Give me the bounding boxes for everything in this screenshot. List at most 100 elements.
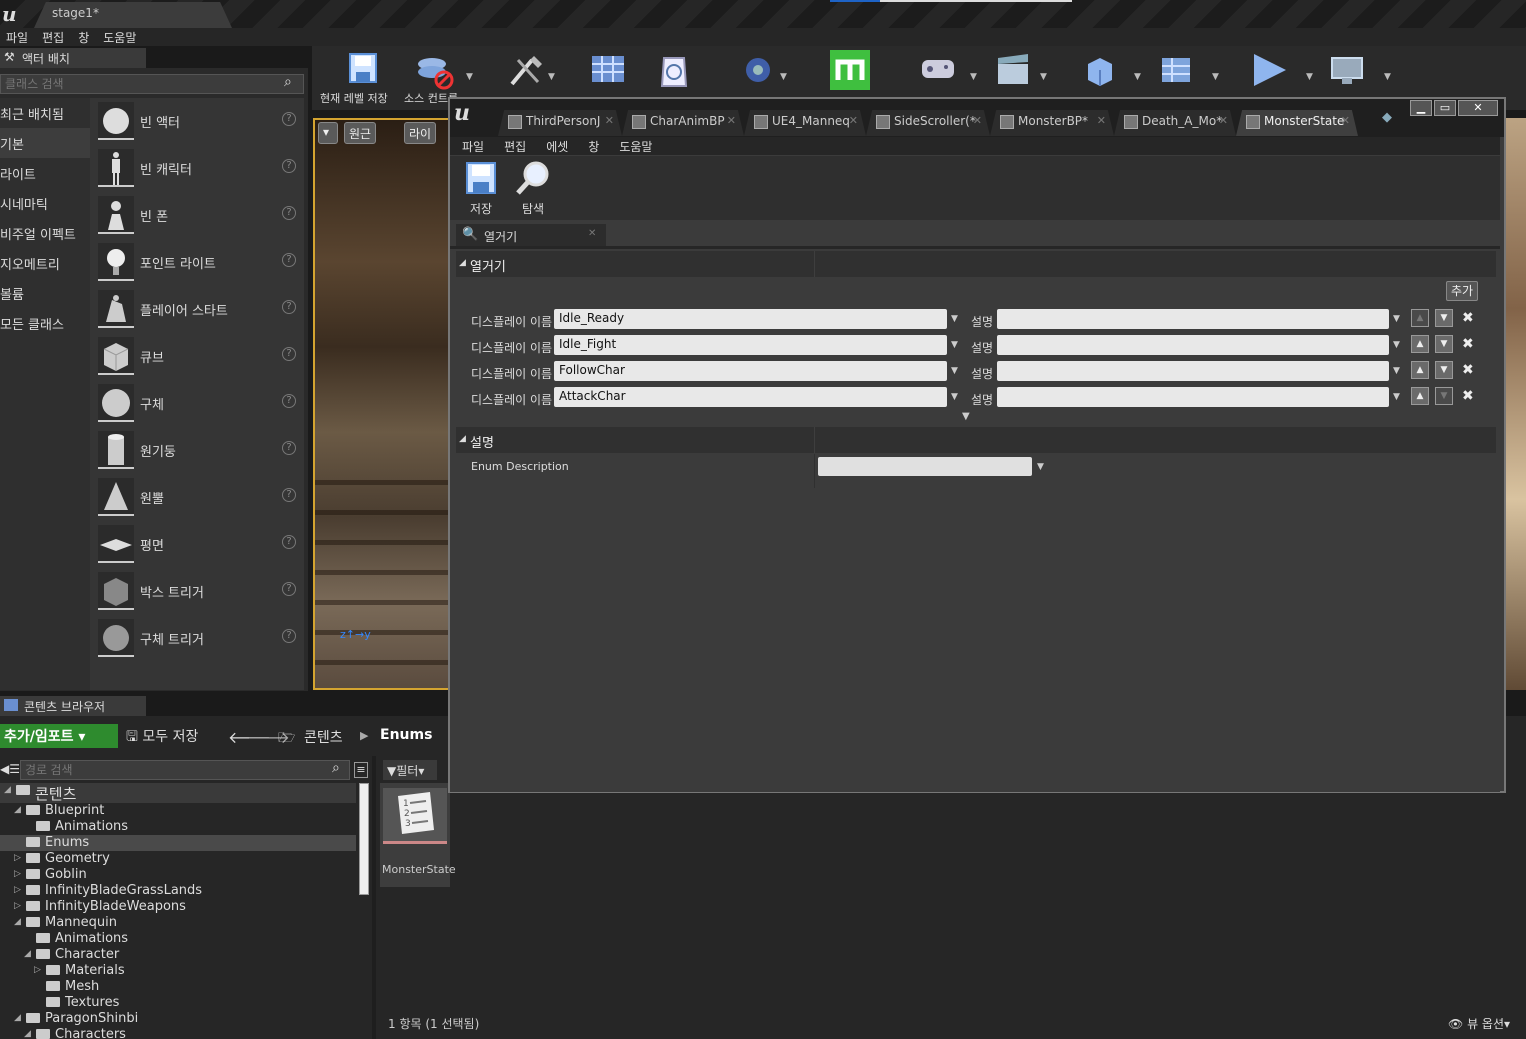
- search-icon[interactable]: ⌕: [332, 760, 340, 776]
- expand-triangle-icon[interactable]: ◢: [4, 785, 11, 795]
- level-viewport[interactable]: [313, 118, 453, 690]
- menu-file[interactable]: 파일: [0, 28, 36, 46]
- help-icon[interactable]: ?: [282, 441, 296, 455]
- editor-menu-file[interactable]: 파일: [450, 137, 492, 155]
- document-tab[interactable]: MonsterBP* ✕: [990, 110, 1114, 136]
- tab-close-icon[interactable]: ✕: [727, 114, 736, 127]
- category-lights[interactable]: 라이트: [0, 158, 90, 188]
- modes-dropdown-icon[interactable]: ▼: [548, 72, 555, 82]
- settings-dropdown-icon[interactable]: ▼: [780, 72, 787, 82]
- marketplace-icon[interactable]: [652, 50, 696, 90]
- dropdown-arrow-icon[interactable]: ▼: [951, 366, 958, 376]
- dropdown-arrow-icon[interactable]: ▼: [951, 340, 958, 350]
- lit-button[interactable]: 라이: [404, 122, 437, 144]
- class-search-input[interactable]: [0, 74, 304, 94]
- category-volumes[interactable]: 볼륨: [0, 278, 90, 308]
- tree-item[interactable]: ◢ Characters: [0, 1027, 356, 1039]
- content-icon[interactable]: [586, 50, 630, 90]
- document-tab[interactable]: UE4_Manneq ✕: [744, 110, 866, 136]
- tree-item[interactable]: ◢ Mannequin: [0, 915, 356, 931]
- expand-triangle-icon[interactable]: ▷: [14, 901, 21, 911]
- actor-item[interactable]: 박스 트리거?: [90, 568, 304, 615]
- perspective-button[interactable]: 원근: [344, 122, 377, 144]
- content-splitter[interactable]: [372, 756, 376, 1039]
- actor-item[interactable]: 구체 트리거?: [90, 615, 304, 662]
- expand-triangle-icon[interactable]: ◢: [14, 917, 21, 927]
- place-actors-tab[interactable]: 액터 배치: [0, 48, 146, 68]
- delete-icon[interactable]: ✖: [1462, 336, 1474, 352]
- path-view-options-icon[interactable]: ≡: [354, 762, 368, 778]
- tree-item[interactable]: ▷ Goblin: [0, 867, 356, 883]
- actor-item[interactable]: 빈 캐릭터?: [90, 145, 304, 192]
- expand-triangle-icon[interactable]: ◢: [24, 1029, 31, 1039]
- dropdown-arrow-icon[interactable]: ▼: [1393, 392, 1400, 402]
- breadcrumb-separator-icon[interactable]: ▶: [360, 729, 368, 742]
- tab-close-icon[interactable]: ✕: [605, 114, 614, 127]
- category-basic[interactable]: 기본: [0, 128, 90, 158]
- help-icon[interactable]: ?: [282, 347, 296, 361]
- tree-item[interactable]: ◢ ParagonShinbi: [0, 1011, 356, 1027]
- description-input[interactable]: [997, 335, 1389, 355]
- help-icon[interactable]: ?: [282, 206, 296, 220]
- display-name-input[interactable]: AttackChar: [554, 387, 947, 407]
- breadcrumb-content[interactable]: 콘텐츠: [304, 727, 343, 747]
- build-icon[interactable]: [1078, 50, 1122, 90]
- expand-triangle-icon[interactable]: ▷: [34, 965, 41, 975]
- editor-menu-edit[interactable]: 편집: [492, 137, 534, 155]
- document-tab[interactable]: SideScroller(* ✕: [866, 110, 990, 136]
- description-input[interactable]: [997, 309, 1389, 329]
- help-icon[interactable]: ?: [282, 112, 296, 126]
- view-options-button[interactable]: 👁 뷰 옵션▾: [1448, 1015, 1510, 1032]
- close-window-button[interactable]: ✕: [1458, 100, 1498, 116]
- tree-item[interactable]: ◢ Character: [0, 947, 356, 963]
- save-all-button[interactable]: 🖫 모두 저장: [126, 726, 198, 750]
- dropdown-arrow-icon[interactable]: ▼: [951, 392, 958, 402]
- unreal-logo-icon[interactable]: u: [2, 2, 24, 26]
- delete-icon[interactable]: ✖: [1462, 362, 1474, 378]
- tree-item[interactable]: ▷ InfinityBladeWeapons: [0, 899, 356, 915]
- move-up-button[interactable]: ▲: [1411, 361, 1429, 379]
- source-control-icon[interactable]: [412, 50, 456, 90]
- expand-triangle-icon[interactable]: ◢: [24, 949, 31, 959]
- help-icon[interactable]: ?: [282, 159, 296, 173]
- tab-close-icon[interactable]: ✕: [1219, 114, 1228, 127]
- magnifier-icon[interactable]: [514, 160, 554, 196]
- minimize-button[interactable]: ▁: [1410, 100, 1432, 116]
- description-input[interactable]: [997, 387, 1389, 407]
- build-dropdown-icon[interactable]: ▼: [1134, 72, 1141, 82]
- enum-description-input[interactable]: [818, 457, 1032, 476]
- document-tab[interactable]: CharAnimBP ✕: [622, 110, 744, 136]
- blueprints-icon[interactable]: [916, 50, 960, 90]
- sources-toggle-icon[interactable]: ◀☰: [0, 762, 20, 776]
- level-tab[interactable]: stage1*: [34, 2, 232, 28]
- tree-item[interactable]: ◢ Blueprint: [0, 803, 356, 819]
- editor-menu-help[interactable]: 도움말: [607, 137, 660, 155]
- actor-item[interactable]: 원뿔?: [90, 474, 304, 521]
- actor-item[interactable]: 원기둥?: [90, 427, 304, 474]
- expand-arrow-icon[interactable]: ▼: [962, 411, 970, 422]
- description-section-header[interactable]: ◢ 설명: [456, 427, 1496, 453]
- help-icon[interactable]: ?: [282, 535, 296, 549]
- move-down-button[interactable]: ▼: [1435, 335, 1453, 353]
- compile-dropdown-icon[interactable]: ▼: [1212, 72, 1219, 82]
- source-control-dropdown-icon[interactable]: ▼: [466, 72, 473, 82]
- add-enumerator-button[interactable]: 추가: [1446, 281, 1478, 301]
- dropdown-arrow-icon[interactable]: ▼: [1393, 314, 1400, 324]
- settings-icon[interactable]: [736, 50, 780, 90]
- display-name-input[interactable]: Idle_Fight: [554, 335, 947, 355]
- play-icon[interactable]: [1246, 50, 1290, 90]
- tree-item[interactable]: Animations: [0, 931, 356, 947]
- expand-triangle-icon[interactable]: ◢: [14, 1013, 21, 1023]
- display-name-input[interactable]: FollowChar: [554, 361, 947, 381]
- pin-icon[interactable]: ◆: [1382, 110, 1392, 125]
- viewport-options-dropdown-icon[interactable]: ▾: [318, 122, 338, 144]
- actor-item[interactable]: 포인트 라이트?: [90, 239, 304, 286]
- dropdown-arrow-icon[interactable]: ▼: [1393, 340, 1400, 350]
- description-input[interactable]: [997, 361, 1389, 381]
- tree-item[interactable]: ▷ Materials: [0, 963, 356, 979]
- play-dropdown-icon[interactable]: ▼: [1306, 72, 1313, 82]
- content-browser-tab[interactable]: 콘텐츠 브라우저: [0, 696, 146, 716]
- launch-icon[interactable]: [1326, 50, 1370, 90]
- tab-close-icon[interactable]: ✕: [1341, 114, 1350, 127]
- category-all-classes[interactable]: 모든 클래스: [0, 308, 90, 338]
